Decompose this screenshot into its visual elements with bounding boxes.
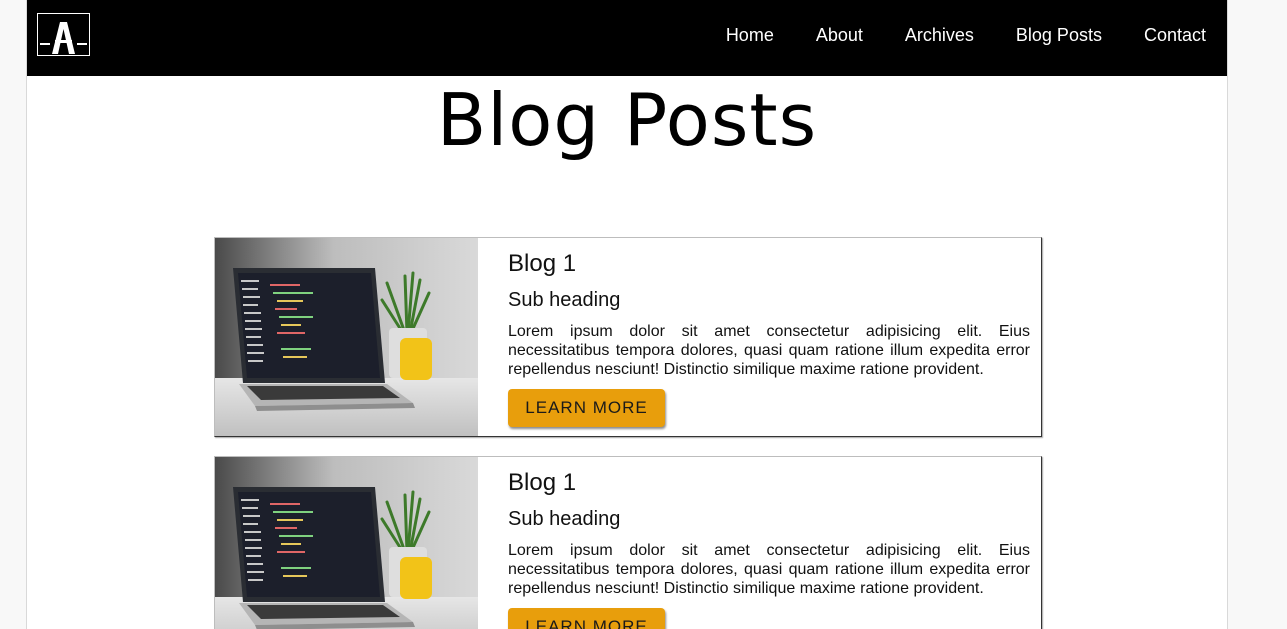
navbar: Home About Archives Blog Posts Contact bbox=[27, 0, 1227, 76]
blog-post-text: Lorem ipsum dolor sit amet consectetur a… bbox=[508, 323, 1030, 378]
page: Home About Archives Blog Posts Contact B… bbox=[26, 0, 1228, 629]
blog-post-subheading: Sub heading bbox=[508, 289, 621, 311]
site-logo-icon[interactable] bbox=[37, 13, 90, 56]
nav-link-contact[interactable]: Contact bbox=[1144, 25, 1206, 46]
blog-post-card: Blog 1 Sub heading Lorem ipsum dolor sit… bbox=[214, 456, 1042, 629]
blog-post-body: Blog 1 Sub heading Lorem ipsum dolor sit… bbox=[478, 238, 1041, 436]
nav-links: Home About Archives Blog Posts Contact bbox=[705, 0, 1227, 70]
nav-link-about[interactable]: About bbox=[816, 25, 863, 46]
blog-post-card: Blog 1 Sub heading Lorem ipsum dolor sit… bbox=[214, 237, 1042, 437]
blog-post-body: Blog 1 Sub heading Lorem ipsum dolor sit… bbox=[478, 457, 1041, 629]
blog-post-image bbox=[215, 457, 478, 629]
nav-link-home[interactable]: Home bbox=[726, 25, 774, 46]
page-title: Blog Posts bbox=[436, 78, 818, 162]
nav-link-archives[interactable]: Archives bbox=[905, 25, 974, 46]
learn-more-button[interactable]: LEARN MORE bbox=[508, 608, 665, 629]
blog-post-subheading: Sub heading bbox=[508, 508, 621, 530]
blog-post-image bbox=[215, 238, 478, 436]
nav-link-blog-posts[interactable]: Blog Posts bbox=[1016, 25, 1102, 46]
blog-post-title: Blog 1 bbox=[508, 250, 577, 277]
learn-more-button[interactable]: LEARN MORE bbox=[508, 389, 665, 427]
blog-post-title: Blog 1 bbox=[508, 469, 577, 496]
blog-post-text: Lorem ipsum dolor sit amet consectetur a… bbox=[508, 542, 1030, 597]
